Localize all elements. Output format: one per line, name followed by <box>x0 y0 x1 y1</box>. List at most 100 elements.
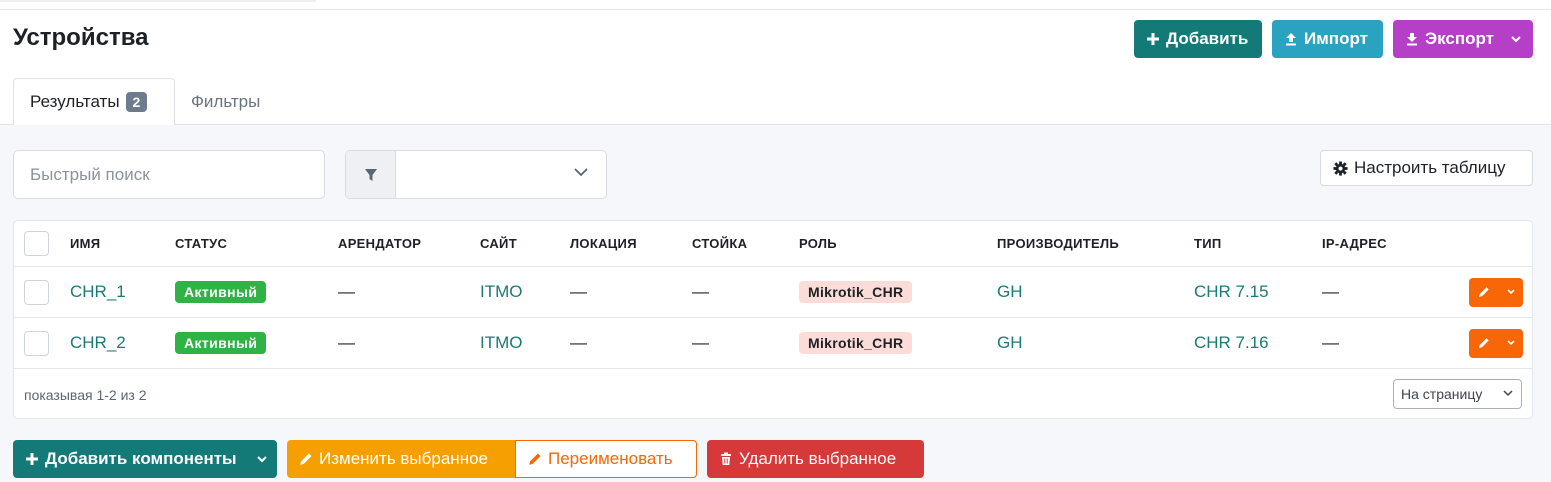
export-button[interactable]: Экспорт <box>1393 20 1533 58</box>
ip-address-cell: — <box>1322 333 1339 352</box>
per-page-label: На страницу <box>1401 386 1483 402</box>
rename-button[interactable]: Переименовать <box>515 440 697 478</box>
trash-icon <box>721 452 731 465</box>
status-badge: Активный <box>175 332 267 354</box>
gear-icon <box>1333 160 1348 176</box>
device-name-link[interactable]: CHR_1 <box>70 267 126 317</box>
row-actions-cell <box>1469 318 1523 368</box>
per-page-select[interactable]: На страницу <box>1393 379 1522 409</box>
edit-button-group[interactable] <box>1469 277 1523 307</box>
chevron-down-icon[interactable] <box>1511 35 1521 43</box>
filter-select[interactable] <box>345 150 607 199</box>
edit-button[interactable] <box>1469 286 1499 298</box>
add-components-label: Добавить компоненты <box>45 449 237 468</box>
location-cell: — <box>570 282 587 301</box>
edit-dropdown-toggle[interactable] <box>1499 340 1523 346</box>
tab-results[interactable]: Результаты 2 <box>13 78 175 126</box>
edit-button-group[interactable] <box>1469 328 1523 358</box>
filter-icon <box>364 168 377 181</box>
role-cell: Mikrotik_CHR <box>799 267 913 317</box>
tab-filters-label: Фильтры <box>191 91 261 111</box>
add-button-label: Добавить <box>1166 29 1249 48</box>
filter-icon-box <box>346 151 396 198</box>
device-type-link[interactable]: CHR 7.16 <box>1194 318 1269 368</box>
column-header-manufacturer[interactable]: Производитель <box>997 221 1119 266</box>
column-header-ip[interactable]: IP-адрес <box>1322 221 1387 266</box>
edit-selected-button[interactable]: Изменить выбранное <box>287 440 516 478</box>
pencil-icon <box>300 453 312 465</box>
import-button-label: Импорт <box>1304 29 1368 48</box>
results-panel: Быстрый поиск Настроить таблицу Имя Стат… <box>0 125 1551 482</box>
status-cell: Активный <box>175 318 267 368</box>
add-components-button[interactable]: Добавить компоненты <box>13 440 277 478</box>
column-header-role[interactable]: Роль <box>799 221 837 266</box>
top-bar-fragment <box>0 0 316 2</box>
table-row: CHR_2 Активный — ITMO — — Mikrotik_CHR G… <box>14 318 1532 369</box>
row-checkbox[interactable] <box>24 330 49 356</box>
site-link[interactable]: ITMO <box>480 318 523 368</box>
chevron-down-icon <box>1503 390 1513 397</box>
add-components-dropdown-toggle[interactable] <box>246 440 277 478</box>
plus-icon <box>26 453 38 465</box>
role-cell: Mikrotik_CHR <box>799 318 913 368</box>
column-header-tenant[interactable]: Арендатор <box>338 221 421 266</box>
tab-bar: Результаты 2 Фильтры <box>0 78 1551 126</box>
edit-dropdown-toggle[interactable] <box>1499 289 1523 295</box>
quick-search-input[interactable]: Быстрый поиск <box>13 150 325 199</box>
tenant-cell: — <box>338 333 355 352</box>
edit-selected-label: Изменить выбранное <box>319 449 488 468</box>
location-cell: — <box>570 333 587 352</box>
upload-icon <box>1286 33 1296 46</box>
results-count-badge: 2 <box>125 92 148 112</box>
tab-filters[interactable]: Фильтры <box>191 78 260 125</box>
status-badge: Активный <box>175 281 267 303</box>
device-type-link[interactable]: CHR 7.15 <box>1194 267 1269 317</box>
row-checkbox[interactable] <box>24 279 49 305</box>
column-header-site[interactable]: Сайт <box>480 221 517 266</box>
device-name-link[interactable]: CHR_2 <box>70 318 126 368</box>
pencil-icon <box>529 453 541 465</box>
ip-address-cell: — <box>1322 282 1339 301</box>
rename-label: Переименовать <box>548 449 673 468</box>
role-badge[interactable]: Mikrotik_CHR <box>799 281 913 303</box>
rack-cell: — <box>692 333 709 352</box>
table-header-row: Имя Статус Арендатор Сайт Локация Стойка… <box>14 221 1532 267</box>
row-select-cell <box>24 267 49 317</box>
import-button[interactable]: Импорт <box>1272 20 1383 58</box>
edit-button[interactable] <box>1469 337 1499 349</box>
chevron-down-icon <box>1507 340 1515 346</box>
top-bar <box>0 0 1551 10</box>
row-actions-cell <box>1469 267 1523 317</box>
download-icon <box>1407 33 1417 46</box>
column-header-name[interactable]: Имя <box>70 221 100 266</box>
delete-selected-button[interactable]: Удалить выбранное <box>707 440 924 478</box>
column-header-rack[interactable]: Стойка <box>692 221 747 266</box>
chevron-down-icon <box>574 168 588 177</box>
column-header-location[interactable]: Локация <box>570 221 637 266</box>
page-title: Устройства <box>13 24 149 51</box>
status-cell: Активный <box>175 267 267 317</box>
tab-results-label: Результаты <box>30 92 120 111</box>
role-badge[interactable]: Mikrotik_CHR <box>799 332 913 354</box>
pencil-icon <box>1479 287 1489 297</box>
select-all-checkbox[interactable] <box>24 231 49 256</box>
delete-selected-label: Удалить выбранное <box>739 449 897 468</box>
add-button[interactable]: Добавить <box>1134 20 1262 58</box>
chevron-down-icon <box>1507 289 1515 295</box>
configure-table-label: Настроить таблицу <box>1354 158 1506 177</box>
site-link[interactable]: ITMO <box>480 267 523 317</box>
devices-table: Имя Статус Арендатор Сайт Локация Стойка… <box>13 220 1533 419</box>
pencil-icon <box>1479 338 1489 348</box>
configure-table-button[interactable]: Настроить таблицу <box>1320 150 1533 186</box>
manufacturer-link[interactable]: GH <box>997 318 1023 368</box>
rack-cell: — <box>692 282 709 301</box>
select-all-cell <box>24 221 49 266</box>
export-button-label: Экспорт <box>1425 29 1494 48</box>
pagination-info: показывая 1-2 из 2 <box>24 387 147 403</box>
column-header-type[interactable]: Тип <box>1194 221 1222 266</box>
plus-icon <box>1147 33 1159 45</box>
row-select-cell <box>24 318 49 368</box>
manufacturer-link[interactable]: GH <box>997 267 1023 317</box>
table-row: CHR_1 Активный — ITMO — — Mikrotik_CHR G… <box>14 267 1532 318</box>
column-header-status[interactable]: Статус <box>175 221 227 266</box>
